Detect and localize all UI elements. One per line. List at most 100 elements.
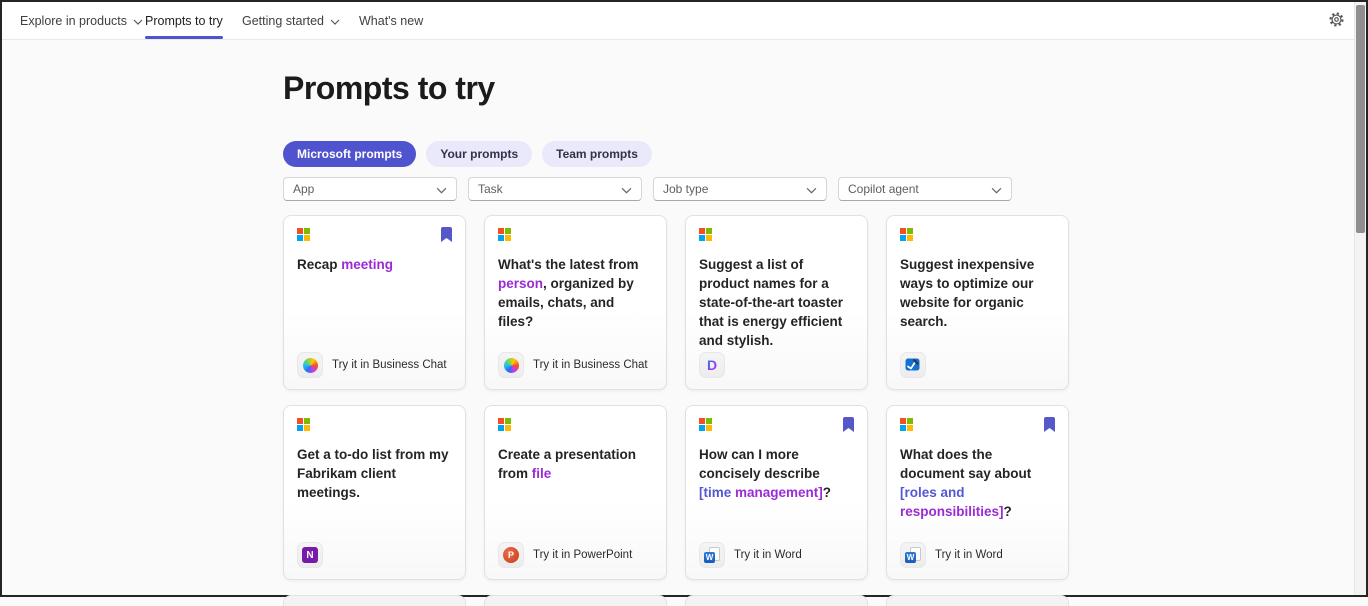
card-header [900, 228, 1055, 244]
prompt-text: Get a to-do list from my Fabrikam client… [297, 445, 452, 502]
try-it-label: Try it in Business Chat [533, 359, 648, 371]
gear-icon [1328, 11, 1345, 31]
try-it-label: Try it in PowerPoint [533, 549, 632, 561]
nav-item-prompts-to-try[interactable]: Prompts to try [145, 2, 223, 39]
microsoft-logo-icon [699, 228, 712, 241]
chevron-down-icon [330, 19, 340, 25]
web-check-icon [905, 357, 921, 373]
microsoft-logo-icon [699, 418, 712, 431]
app-icon-chip: P [498, 542, 524, 568]
app-icon-chip [498, 352, 524, 378]
microsoft-logo-icon [498, 418, 511, 431]
prompt-text-part: Get a to-do list from my Fabrikam client… [297, 447, 449, 500]
prompt-card[interactable]: Suggest a list of product names for a st… [685, 215, 868, 390]
microsoft-logo-icon [900, 228, 913, 241]
nav-item-label: Prompts to try [145, 14, 223, 28]
dropdown-label: App [293, 182, 314, 196]
card-header [297, 228, 452, 244]
prompt-text: Create a presentation from file [498, 445, 653, 483]
card-header [699, 228, 854, 244]
chevron-down-icon [436, 187, 447, 194]
prompt-text: How can I more concisely describe [time … [699, 445, 854, 502]
prompt-card[interactable]: What does the document say about [roles … [886, 405, 1069, 580]
card-header [297, 418, 452, 434]
prompt-card[interactable]: What's the latest from person, organized… [484, 215, 667, 390]
copilot-agent-dropdown[interactable]: Copilot agent [838, 177, 1012, 201]
try-it-link[interactable]: D [699, 352, 725, 378]
chevron-down-icon [621, 187, 632, 194]
prompt-text-part: management] [735, 485, 823, 500]
bookmark-icon[interactable] [441, 227, 452, 247]
try-it-link[interactable]: Try it in Business Chat [297, 352, 447, 378]
prompt-text-part: What does the document say about [900, 447, 1031, 481]
nav-item-getting-started[interactable]: Getting started [242, 2, 340, 39]
prompt-card[interactable]: How can I more concisely describe [time … [685, 405, 868, 580]
prompt-text-part: file [532, 466, 552, 481]
pill-team-prompts[interactable]: Team prompts [542, 141, 652, 167]
nav-item-label: Getting started [242, 14, 324, 28]
page-title: Prompts to try [283, 70, 495, 107]
scrollbar-track[interactable] [1354, 2, 1366, 595]
filter-dropdowns: App Task Job type Copilot agent [283, 177, 1012, 201]
pill-your-prompts[interactable]: Your prompts [426, 141, 532, 167]
prompt-text: Suggest inexpensive ways to optimize our… [900, 255, 1055, 331]
prompt-card[interactable]: Suggest inexpensive ways to optimize our… [886, 215, 1069, 390]
prompt-filter-pills: Microsoft prompts Your prompts Team prom… [283, 141, 652, 167]
app-icon-chip [900, 352, 926, 378]
try-it-link[interactable]: Try it in Business Chat [498, 352, 648, 378]
powerpoint-icon: P [503, 547, 519, 563]
top-navigation: Explore in products Prompts to try Getti… [2, 2, 1366, 40]
scrollbar-thumb[interactable] [1356, 5, 1365, 233]
prompt-text-part: Suggest a list of product names for a st… [699, 257, 843, 348]
try-it-label: Try it in Word [935, 549, 1003, 561]
prompt-text-part: [roles and [900, 485, 965, 500]
try-it-link[interactable]: N [297, 542, 323, 568]
prompt-text-part: person [498, 276, 543, 291]
bookmark-icon[interactable] [1044, 417, 1055, 437]
prompt-card[interactable]: Create a presentation from file P Try it… [484, 405, 667, 580]
app-icon-chip: D [699, 352, 725, 378]
prompt-text-part: How can I more concisely describe [699, 447, 820, 481]
prompt-card[interactable]: Recap meeting Try it in Business Chat [283, 215, 466, 390]
prompt-text-part: Suggest inexpensive ways to optimize our… [900, 257, 1034, 329]
designer-icon: D [707, 357, 717, 373]
app-icon-chip [297, 352, 323, 378]
try-it-link[interactable]: W Try it in Word [900, 542, 1003, 568]
app-icon-chip: N [297, 542, 323, 568]
word-icon: W [704, 547, 720, 563]
prompt-text-part: meeting [341, 257, 393, 272]
try-it-link[interactable] [900, 352, 926, 378]
nav-item-explore-in-products[interactable]: Explore in products [20, 2, 143, 39]
cards-grid: Recap meeting Try it in Business Chat Wh… [283, 215, 1069, 605]
copilot-icon [303, 358, 318, 373]
prompt-text-part: Create a presentation from [498, 447, 636, 481]
prompt-text-part: [time [699, 485, 735, 500]
chevron-down-icon [806, 187, 817, 194]
prompt-card[interactable]: Get a to-do list from my Fabrikam client… [283, 405, 466, 580]
try-it-label: Try it in Word [734, 549, 802, 561]
bookmark-icon[interactable] [843, 417, 854, 437]
copilot-icon [504, 358, 519, 373]
nav-item-whats-new[interactable]: What's new [359, 2, 423, 39]
pill-microsoft-prompts[interactable]: Microsoft prompts [283, 141, 416, 167]
try-it-link[interactable]: W Try it in Word [699, 542, 802, 568]
nav-item-label: Explore in products [20, 14, 127, 28]
app-icon-chip: W [699, 542, 725, 568]
prompt-text-part: What's the latest from [498, 257, 638, 272]
prompt-text: Suggest a list of product names for a st… [699, 255, 854, 350]
task-dropdown[interactable]: Task [468, 177, 642, 201]
microsoft-logo-icon [297, 228, 310, 241]
nav-item-label: What's new [359, 14, 423, 28]
dropdown-label: Job type [663, 182, 708, 196]
chevron-down-icon [991, 187, 1002, 194]
prompt-text-part: ? [823, 485, 831, 500]
prompt-text-part: ? [1004, 504, 1012, 519]
settings-button[interactable] [1324, 9, 1348, 33]
dropdown-label: Copilot agent [848, 182, 919, 196]
job-type-dropdown[interactable]: Job type [653, 177, 827, 201]
app-dropdown[interactable]: App [283, 177, 457, 201]
chevron-down-icon [133, 19, 143, 25]
try-it-link[interactable]: P Try it in PowerPoint [498, 542, 632, 568]
prompt-text: What's the latest from person, organized… [498, 255, 653, 331]
microsoft-logo-icon [900, 418, 913, 431]
